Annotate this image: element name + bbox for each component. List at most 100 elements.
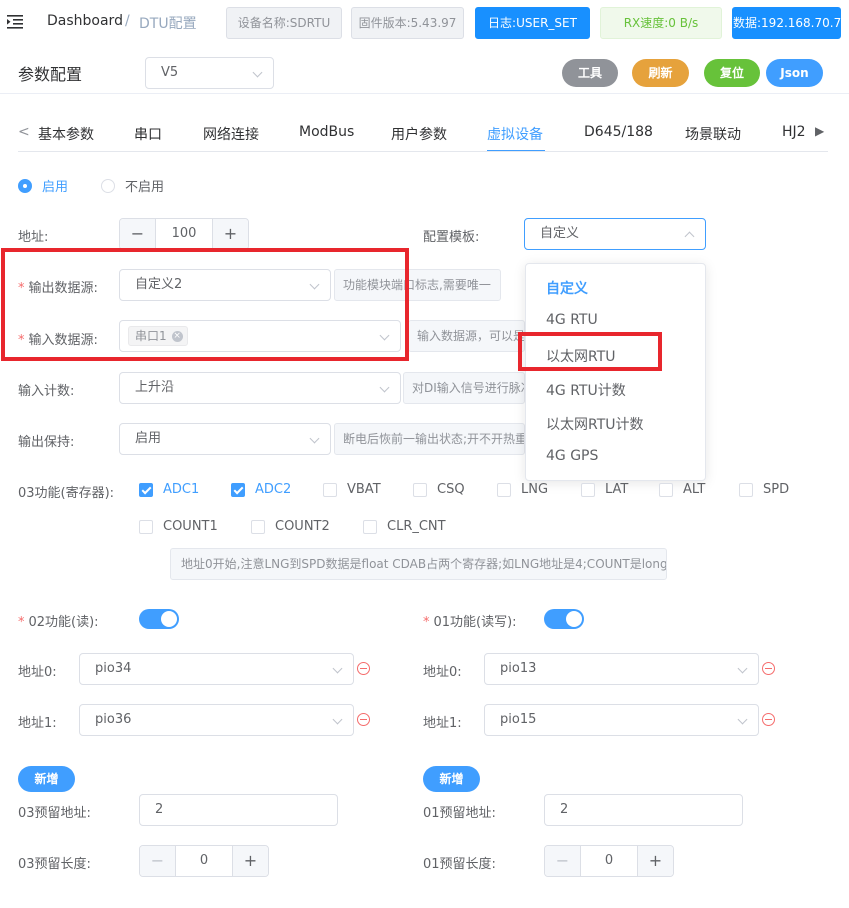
increase-button[interactable]: + [212, 219, 248, 249]
func01-reserved-len-label: 01预留长度: [423, 857, 496, 872]
func03-reserved-len-stepper[interactable]: − 0 + [139, 845, 269, 877]
json-button[interactable]: Json [766, 59, 823, 87]
reset-button[interactable]: 复位 [704, 59, 760, 87]
tabs-scroll-left-icon[interactable]: < [18, 124, 30, 140]
log-button[interactable]: 日志:USER_SET [475, 7, 590, 39]
func01-reserved-len-stepper[interactable]: − 0 + [544, 845, 674, 877]
func01-reserved-addr-input[interactable]: 2 [544, 794, 743, 826]
remove-circle-icon[interactable] [762, 662, 775, 675]
checkbox-adc2[interactable]: ADC2 [231, 482, 291, 497]
address-value[interactable]: 100 [156, 219, 212, 249]
checkbox-box [139, 482, 153, 497]
enable-radio-on[interactable]: 启用 [18, 176, 68, 195]
checkbox-box [363, 519, 377, 534]
func02-add-button[interactable]: 新增 [18, 766, 75, 792]
breadcrumb-dashboard[interactable]: Dashboard [47, 13, 123, 29]
refresh-button[interactable]: 刷新 [632, 59, 689, 87]
func01-reserved-len-value[interactable]: 0 [581, 846, 637, 876]
address-stepper[interactable]: − 100 + [119, 218, 249, 250]
template-option-4g-rtu[interactable]: 4G RTU [546, 312, 598, 328]
output-hold-select[interactable]: 启用 [119, 423, 331, 455]
divider [0, 93, 849, 94]
checkbox-vbat[interactable]: VBAT [323, 482, 381, 497]
top-bar: Dashboard / DTU配置 设备名称:SDRTU 固件版本:5.43.9… [0, 0, 849, 46]
func02-label: * 02功能(读): [18, 615, 99, 630]
tab-virtual-device[interactable]: 虚拟设备 [487, 124, 543, 144]
func03-reserved-len-label: 03预留长度: [18, 857, 91, 872]
func01-addr0-select[interactable]: pio13 [484, 653, 759, 685]
remove-circle-icon[interactable] [357, 662, 370, 675]
address-label: 地址: [18, 230, 49, 245]
func01-label: * 01功能(读写): [423, 615, 517, 630]
tab-modbus[interactable]: ModBus [299, 124, 354, 140]
func03-reserved-len-value[interactable]: 0 [176, 846, 232, 876]
func02-addr0-value: pio34 [95, 661, 132, 676]
input-count-select[interactable]: 上升沿 [119, 372, 401, 404]
template-select[interactable]: 自定义 [524, 218, 706, 250]
func03-label: 03功能(寄存器): [18, 486, 115, 501]
checkbox-box [413, 482, 427, 497]
func01-add-button[interactable]: 新增 [423, 766, 480, 792]
menu-fold-icon[interactable] [6, 13, 24, 31]
data-ip-button[interactable]: 数据:192.168.70.70 [732, 7, 849, 39]
increase-button[interactable]: + [637, 846, 673, 876]
radio-label: 不启用 [125, 180, 165, 195]
decrease-button[interactable]: − [120, 219, 156, 249]
checkbox-lng[interactable]: LNG [497, 482, 548, 497]
input-count-value: 上升沿 [135, 380, 175, 395]
rx-speed-tag: RX速度:0 B/s [600, 7, 722, 39]
decrease-button[interactable]: − [545, 846, 581, 876]
func01-label-text: 01功能(读写): [433, 615, 517, 630]
func02-switch[interactable] [139, 609, 179, 629]
checkbox-alt[interactable]: ALT [659, 482, 705, 497]
chevron-down-icon [252, 67, 263, 78]
checkbox-count2[interactable]: COUNT2 [251, 519, 330, 534]
checkbox-count1[interactable]: COUNT1 [139, 519, 218, 534]
checkbox-box [139, 519, 153, 534]
tab-scene-linkage[interactable]: 场景联动 [685, 124, 741, 144]
tabs-scroll-right-icon[interactable]: ▶ [815, 124, 824, 138]
output-hold-label: 输出保持: [18, 435, 75, 450]
increase-button[interactable]: + [232, 846, 268, 876]
checkbox-spd[interactable]: SPD [739, 482, 789, 497]
decrease-button[interactable]: − [140, 846, 176, 876]
remove-circle-icon[interactable] [762, 713, 775, 726]
tab-hj2[interactable]: HJ2 [782, 124, 806, 140]
func01-addr1-select[interactable]: pio15 [484, 704, 759, 736]
func02-addr1-select[interactable]: pio36 [79, 704, 354, 736]
device-name-tag: 设备名称:SDRTU [226, 7, 342, 39]
output-hold-hint: 断电后恢前一输出状态;开不开热重 [334, 423, 525, 455]
func02-addr0-select[interactable]: pio34 [79, 653, 354, 685]
tools-button[interactable]: 工具 [562, 59, 618, 87]
firmware-tag: 固件版本:5.43.97 [351, 7, 464, 39]
input-count-label: 输入计数: [18, 384, 75, 399]
checkbox-clr-cnt[interactable]: CLR_CNT [363, 519, 446, 534]
checkbox-box [659, 482, 673, 497]
template-option-custom[interactable]: 自定义 [546, 278, 588, 298]
template-option-4g-gps[interactable]: 4G GPS [546, 448, 598, 464]
tab-user-params[interactable]: 用户参数 [391, 124, 447, 144]
template-option-ethernet-rtu-count[interactable]: 以太网RTU计数 [546, 414, 644, 434]
checkbox-csq[interactable]: CSQ [413, 482, 465, 497]
tab-basic[interactable]: 基本参数 [38, 124, 94, 144]
chevron-up-icon [684, 231, 695, 242]
version-select[interactable]: V5 [145, 57, 274, 89]
checkbox-box [497, 482, 511, 497]
func01-switch[interactable] [544, 609, 584, 629]
checkbox-label: ADC2 [255, 482, 292, 497]
checkbox-lat[interactable]: LAT [581, 482, 628, 497]
checkbox-label: LAT [605, 482, 629, 497]
tab-network[interactable]: 网络连接 [203, 124, 259, 144]
checkbox-label: COUNT1 [163, 519, 218, 534]
remove-circle-icon[interactable] [357, 713, 370, 726]
enable-radio-off[interactable]: 不启用 [101, 176, 164, 195]
template-select-value: 自定义 [540, 226, 580, 241]
tab-serial[interactable]: 串口 [134, 124, 162, 144]
tab-d645[interactable]: D645/188 [584, 124, 653, 140]
chevron-down-icon [309, 433, 320, 444]
func03-reserved-addr-input[interactable]: 2 [139, 794, 338, 826]
template-option-4g-rtu-count[interactable]: 4G RTU计数 [546, 380, 626, 400]
func02-addr1-value: pio36 [95, 712, 132, 727]
checkbox-adc1[interactable]: ADC1 [139, 482, 199, 497]
func01-reserved-addr-label: 01预留地址: [423, 806, 496, 821]
